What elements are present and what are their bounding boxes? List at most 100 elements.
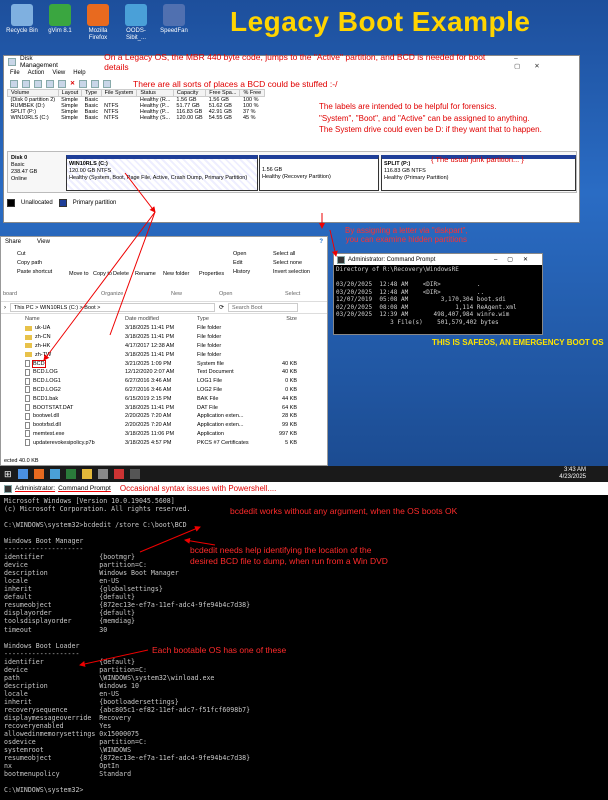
list-item[interactable]: zh-HK 4/17/2017 12:38 AM File folder	[1, 342, 327, 351]
partition-recovery[interactable]: 1.56 GB Healthy (Recovery Partition)	[259, 155, 379, 191]
list-item[interactable]: memtest.exe 3/18/2025 11:06 PM Application…	[1, 430, 327, 439]
desktop-icon[interactable]: gVim 8.1	[42, 4, 78, 35]
chevron-down-icon[interactable]: ›	[4, 305, 6, 311]
table-cell: WIN10RLS (C:)	[10, 115, 49, 121]
col-date[interactable]: Date modified	[125, 316, 197, 322]
file-name: uk-UA	[25, 325, 125, 331]
tab-share[interactable]: Share	[5, 239, 21, 245]
file-size: 40 KB	[282, 360, 297, 367]
edit-button[interactable]: Edit	[233, 260, 242, 266]
table-cell: 120.00 GB	[176, 115, 203, 121]
desktop-icon-label: SpeedFan	[160, 28, 188, 34]
column-header[interactable]: Volume	[7, 89, 59, 97]
delete-button[interactable]: Delete	[113, 271, 129, 277]
history-button[interactable]: History	[233, 269, 250, 275]
desktop-icon[interactable]: Mozilla Firefox	[80, 4, 116, 41]
properties-button[interactable]: Properties	[199, 271, 224, 277]
select-none-button[interactable]: Select none	[273, 260, 302, 266]
list-item[interactable]: BOOTSTAT.DAT 3/18/2025 11:41 PM DAT File 64…	[1, 403, 327, 412]
group-select: Select	[285, 291, 301, 297]
file-name-text: zh-HK	[35, 342, 51, 349]
desktop-icon[interactable]: OODS-Sibit_...	[118, 4, 154, 41]
tab-view[interactable]: View	[37, 239, 50, 245]
col-name[interactable]: Name	[25, 316, 125, 322]
col-type[interactable]: Type	[197, 316, 261, 322]
select-all-button[interactable]: Select all	[273, 251, 295, 257]
invert-selection-button[interactable]: Invert selection	[273, 269, 310, 275]
list-item[interactable]: zh-TW 3/18/2025 11:41 PM File folder	[1, 350, 327, 359]
column-header[interactable]: Type	[81, 89, 102, 97]
file-size: 0 KB	[285, 378, 297, 385]
file-type: File folder	[197, 351, 222, 358]
menu-item-help[interactable]: Help	[73, 70, 85, 76]
list-item[interactable]: BCD1.bak 6/15/2019 2:15 PM BAK File 44 KB	[1, 394, 327, 403]
app-icon[interactable]	[113, 469, 124, 479]
help-icon[interactable]: ?	[319, 239, 323, 245]
file-type: LOG1 File	[197, 378, 223, 385]
cmd-icon[interactable]	[129, 469, 140, 479]
check-icon[interactable]	[79, 79, 88, 88]
copy-to-button[interactable]: Copy to	[93, 271, 112, 277]
window-controls[interactable]: –▢✕	[514, 55, 571, 70]
list-item[interactable]: BCD 3/21/2025 1:09 PM System file 40 KB	[1, 359, 327, 368]
grid-icon[interactable]	[34, 79, 42, 88]
gear-icon[interactable]	[97, 469, 108, 479]
column-header[interactable]: Capacity	[172, 89, 207, 97]
copy-path-button[interactable]: Copy path	[17, 260, 42, 266]
help-icon[interactable]	[46, 79, 54, 88]
diskpart-annotation: By assigning a letter via "diskpart", yo…	[345, 226, 468, 244]
syntax-annotation: Occasional syntax issues with Powershell…	[119, 484, 277, 493]
desktop-icon-label: gVim 8.1	[48, 28, 72, 34]
list-item[interactable]: BCD.LOG1 6/27/2016 3:46 AM LOG1 File 0 KB	[1, 377, 327, 386]
search-input[interactable]: Search Boot	[228, 303, 299, 312]
desktop-icon[interactable]: SpeedFan	[156, 4, 192, 35]
delete-icon[interactable]: ✕	[70, 80, 75, 87]
table-row[interactable]: WIN10RLS (C:) Simple Basic NTFS Healthy (S..…	[8, 115, 265, 121]
menu-item-action[interactable]: Action	[28, 70, 45, 76]
firefox-icon[interactable]	[33, 469, 44, 479]
main-command-prompt: Administrator: Command Prompt Occasional…	[0, 482, 608, 800]
list-item[interactable]: BCD.LOG2 6/27/2016 3:46 AM LOG2 File 0 KB	[1, 386, 327, 395]
app-icon[interactable]	[49, 469, 60, 479]
column-header[interactable]: % Free	[239, 89, 266, 97]
back-icon[interactable]	[10, 79, 18, 88]
cmd-icon	[4, 484, 12, 493]
forward-icon[interactable]	[22, 79, 30, 88]
breadcrumb[interactable]: This PC > WIN10RLS (C:) > Boot >	[10, 303, 215, 312]
system-tray-clock[interactable]: 3:43 AM 4/23/2025	[559, 467, 586, 481]
app-icon	[125, 4, 147, 26]
column-header[interactable]: Free Spa...	[205, 89, 241, 97]
list-item[interactable]: zh-CN 3/18/2025 11:41 PM File folder	[1, 333, 327, 342]
list-item[interactable]: updaterevokesipolicy.p7b 3/18/2025 4:57 P…	[1, 438, 327, 447]
list-item[interactable]: bootxfsd.dll 2/20/2025 7:20 AM Application…	[1, 421, 327, 430]
menu-item-file[interactable]: File	[10, 70, 20, 76]
refresh-icon[interactable]: ⟳	[219, 304, 224, 311]
partition-c[interactable]: WIN10RLS (C:) 120.00 GB NTFS Healthy (Sy…	[66, 155, 258, 191]
start-icon[interactable]: ⊞	[4, 469, 12, 480]
cut-button[interactable]: Cut	[17, 251, 26, 257]
window-controls[interactable]: –▢✕	[494, 256, 538, 263]
new-folder-button[interactable]: New folder	[163, 271, 189, 277]
column-header[interactable]: Layout	[57, 89, 83, 97]
list-icon[interactable]	[58, 79, 66, 88]
unallocated-swatch	[7, 199, 15, 207]
list-item[interactable]: uk-UA 3/18/2025 11:41 PM File folder	[1, 324, 327, 333]
open-button[interactable]: Open	[233, 251, 246, 257]
list-item[interactable]: bootwel.dll 2/20/2025 7:20 AM Application …	[1, 412, 327, 421]
menu-item-view[interactable]: View	[52, 70, 65, 76]
column-header[interactable]: Status	[136, 89, 174, 97]
folder-icon[interactable]	[91, 79, 100, 88]
column-header[interactable]: File System	[100, 89, 138, 97]
list-item[interactable]: BCD.LOG 12/12/2020 2:07 AM Text Document 40…	[1, 368, 327, 377]
explorer-icon[interactable]	[17, 469, 28, 479]
paste-shortcut-button[interactable]: Paste shortcut	[17, 269, 52, 275]
properties-icon[interactable]	[103, 79, 112, 88]
col-size[interactable]: Size	[261, 316, 297, 322]
app-icon[interactable]	[65, 469, 76, 479]
rename-button[interactable]: Rename	[135, 271, 156, 277]
desktop-icon[interactable]: Recycle Bin	[4, 4, 40, 35]
file-date: 3/18/2025 11:41 PM	[125, 334, 175, 341]
folder-icon[interactable]	[81, 469, 92, 479]
file-type: File folder	[197, 342, 222, 349]
move-to-button[interactable]: Move to	[69, 271, 89, 277]
